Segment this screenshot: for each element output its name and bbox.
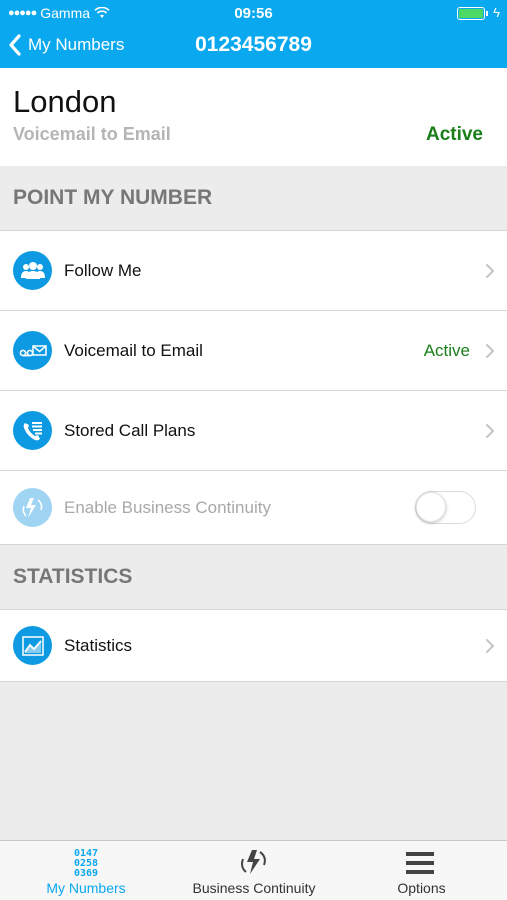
back-button[interactable]: My Numbers <box>8 34 124 56</box>
menu-icon <box>406 852 434 874</box>
top-bar: ●●●●● Gamma 09:56 ϟ My Numbers 012345678… <box>0 0 507 68</box>
tab-bar: 0147 0258 0369 My Numbers Business Conti… <box>0 840 507 900</box>
tab-options[interactable]: Options <box>336 841 507 900</box>
section-header-point-my-number: POINT MY NUMBER <box>0 166 507 230</box>
clock: 09:56 <box>234 5 273 22</box>
row-statistics[interactable]: Statistics <box>0 609 507 681</box>
tab-label: Business Continuity <box>192 880 316 896</box>
row-stored-call-plans[interactable]: Stored Call Plans <box>0 390 507 470</box>
row-voicemail-to-email[interactable]: Voicemail to Email Active <box>0 310 507 390</box>
row-label: Stored Call Plans <box>64 420 196 440</box>
chevron-right-icon <box>486 263 495 278</box>
tab-my-numbers[interactable]: 0147 0258 0369 My Numbers <box>0 841 172 900</box>
navigation-bar: My Numbers 0123456789 <box>0 28 507 66</box>
my-numbers-icon: 0147 0258 0369 <box>0 849 172 879</box>
chevron-right-icon <box>486 343 495 358</box>
row-status: Active <box>423 340 470 360</box>
status-bar: ●●●●● Gamma 09:56 ϟ <box>0 0 507 26</box>
row-enable-business-continuity: Enable Business Continuity <box>0 470 507 544</box>
number-header: London Voicemail to Email Active <box>0 68 507 166</box>
chevron-left-icon <box>9 34 21 56</box>
back-label: My Numbers <box>28 35 125 54</box>
tab-business-continuity[interactable]: Business Continuity <box>172 841 336 900</box>
row-label: Statistics <box>64 635 133 655</box>
chevron-right-icon <box>486 423 495 438</box>
section-header-statistics: STATISTICS <box>0 545 507 609</box>
chart-icon <box>13 626 52 665</box>
status-badge: Active <box>425 124 483 145</box>
business-continuity-icon <box>13 488 52 527</box>
row-label: Follow Me <box>64 260 142 280</box>
number-service: Voicemail to Email <box>13 124 171 144</box>
chevron-right-icon <box>486 638 495 653</box>
number-city: London <box>13 84 117 119</box>
business-continuity-toggle[interactable] <box>415 491 476 524</box>
call-plans-icon <box>13 411 52 450</box>
tab-label: My Numbers <box>46 880 126 896</box>
tab-label: Options <box>397 880 446 896</box>
digits-row: 0369 <box>73 868 99 879</box>
row-label: Enable Business Continuity <box>64 497 271 517</box>
business-continuity-tab-icon <box>241 850 266 874</box>
toggle-knob <box>416 492 446 522</box>
row-label: Voicemail to Email <box>64 340 203 360</box>
charging-icon: ϟ <box>493 5 500 20</box>
people-icon <box>13 251 52 290</box>
voicemail-email-icon <box>13 331 52 370</box>
row-follow-me[interactable]: Follow Me <box>0 230 507 310</box>
divider <box>0 681 507 682</box>
battery-icon <box>457 7 488 20</box>
